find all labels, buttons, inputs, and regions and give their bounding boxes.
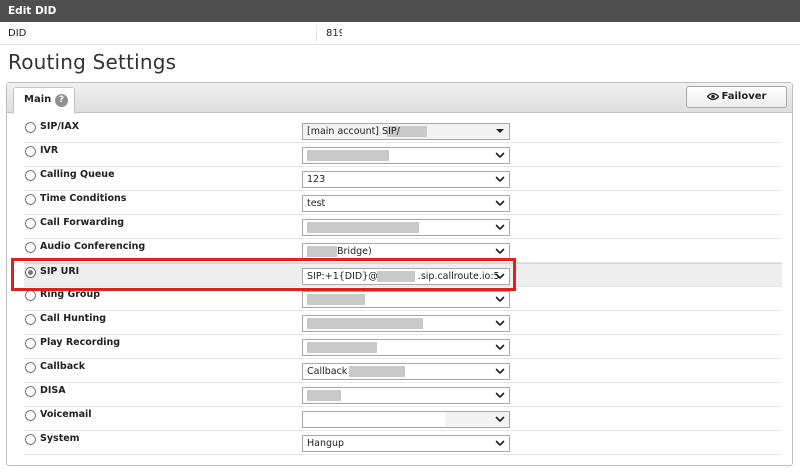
window-title: Edit DID [0, 0, 800, 22]
disa-select[interactable] [302, 387, 510, 404]
chevron-down-icon [495, 200, 505, 207]
tab-bar: Main ? Failover [7, 83, 792, 114]
sip-uri-select-value-suffix: .sip.callroute.io:5 [417, 271, 500, 282]
route-row-sip-iax: SIP/IAX [main account] SIP/ [24, 119, 782, 143]
voicemail-radio[interactable] [25, 410, 36, 421]
chevron-down-icon [495, 152, 505, 159]
audio-conferencing-label: Audio Conferencing [40, 241, 146, 252]
calling-queue-select-value: 123 [307, 174, 326, 185]
callback-radio[interactable] [25, 362, 36, 373]
did-label: DID [8, 28, 27, 39]
redacted-value [307, 318, 423, 329]
ivr-label: IVR [40, 145, 59, 156]
route-row-play-recording: Play Recording [24, 335, 782, 359]
chevron-down-icon [495, 416, 505, 423]
system-radio[interactable] [25, 434, 36, 445]
chevron-down-icon [495, 176, 505, 183]
call-forwarding-label: Call Forwarding [40, 217, 125, 228]
chevron-down-icon [495, 296, 505, 303]
audio-conferencing-select-value: Bridge) [337, 246, 372, 257]
chevron-down-icon [495, 224, 505, 231]
route-row-time-conditions: Time Conditions test [24, 191, 782, 215]
time-conditions-select[interactable]: test [302, 195, 510, 212]
did-value: 819 [326, 28, 342, 39]
ring-group-select[interactable] [302, 291, 510, 308]
system-select[interactable]: Hangup [302, 435, 510, 452]
eye-icon [706, 92, 719, 101]
play-recording-select[interactable] [302, 339, 510, 356]
callback-select[interactable]: Callback [302, 363, 510, 380]
voicemail-select[interactable] [302, 411, 510, 428]
disa-radio[interactable] [25, 386, 36, 397]
call-hunting-radio[interactable] [25, 314, 36, 325]
calling-queue-select[interactable]: 123 [302, 171, 510, 188]
redacted-value [307, 342, 377, 353]
route-row-calling-queue: Calling Queue 123 [24, 167, 782, 191]
route-row-call-hunting: Call Hunting [24, 311, 782, 335]
ivr-select[interactable] [302, 147, 510, 164]
call-forwarding-radio[interactable] [25, 218, 36, 229]
route-row-disa: DISA [24, 383, 782, 407]
chevron-down-icon [495, 344, 505, 351]
redacted-value [307, 390, 341, 401]
callback-label: Callback [40, 361, 86, 372]
voicemail-label: Voicemail [40, 409, 92, 420]
call-hunting-label: Call Hunting [40, 313, 107, 324]
system-label: System [40, 433, 80, 444]
route-row-callback: Callback Callback [24, 359, 782, 383]
callback-select-value: Callback [307, 366, 348, 377]
time-conditions-label: Time Conditions [40, 193, 127, 204]
chevron-down-icon [495, 368, 505, 375]
ring-group-radio[interactable] [25, 290, 36, 301]
did-row: DID 819 [0, 22, 800, 45]
sip-iax-label: SIP/IAX [40, 121, 80, 132]
redacted-value [349, 366, 405, 377]
route-row-system: System Hangup [24, 431, 782, 455]
call-forwarding-select[interactable] [302, 219, 510, 236]
did-divider [316, 25, 317, 42]
calling-queue-radio[interactable] [25, 170, 36, 181]
time-conditions-radio[interactable] [25, 194, 36, 205]
call-hunting-select[interactable] [302, 315, 510, 332]
time-conditions-select-value: test [307, 198, 326, 209]
chevron-down-icon [495, 320, 505, 327]
route-row-call-forwarding: Call Forwarding [24, 215, 782, 239]
calling-queue-label: Calling Queue [40, 169, 115, 180]
sip-uri-select-value: SIP:+1{DID}@ [307, 271, 378, 282]
audio-conferencing-radio[interactable] [25, 242, 36, 253]
chevron-down-icon [495, 392, 505, 399]
chevron-down-icon [495, 248, 505, 255]
sip-iax-select-value: [main account] SIP/ [307, 126, 400, 137]
help-icon[interactable]: ? [55, 94, 68, 107]
redacted-value [307, 222, 419, 233]
caret-down-icon [496, 129, 504, 133]
play-recording-radio[interactable] [25, 338, 36, 349]
redacted-value [307, 294, 365, 305]
redacted-value [307, 150, 389, 161]
disa-label: DISA [40, 385, 66, 396]
chevron-down-icon [495, 440, 505, 447]
sip-iax-radio[interactable] [25, 122, 36, 133]
redacted-value [303, 412, 445, 427]
failover-label: Failover [721, 91, 767, 102]
sip-iax-select[interactable]: [main account] SIP/ [302, 123, 510, 140]
ivr-radio[interactable] [25, 146, 36, 157]
system-select-value: Hangup [307, 438, 345, 449]
failover-button[interactable]: Failover [686, 86, 787, 108]
page-title: Routing Settings [8, 50, 177, 74]
route-row-voicemail: Voicemail [24, 407, 782, 431]
play-recording-label: Play Recording [40, 337, 121, 348]
route-row-ivr: IVR [24, 143, 782, 167]
tab-main[interactable]: Main ? [13, 87, 75, 114]
tab-main-label: Main [24, 94, 52, 105]
